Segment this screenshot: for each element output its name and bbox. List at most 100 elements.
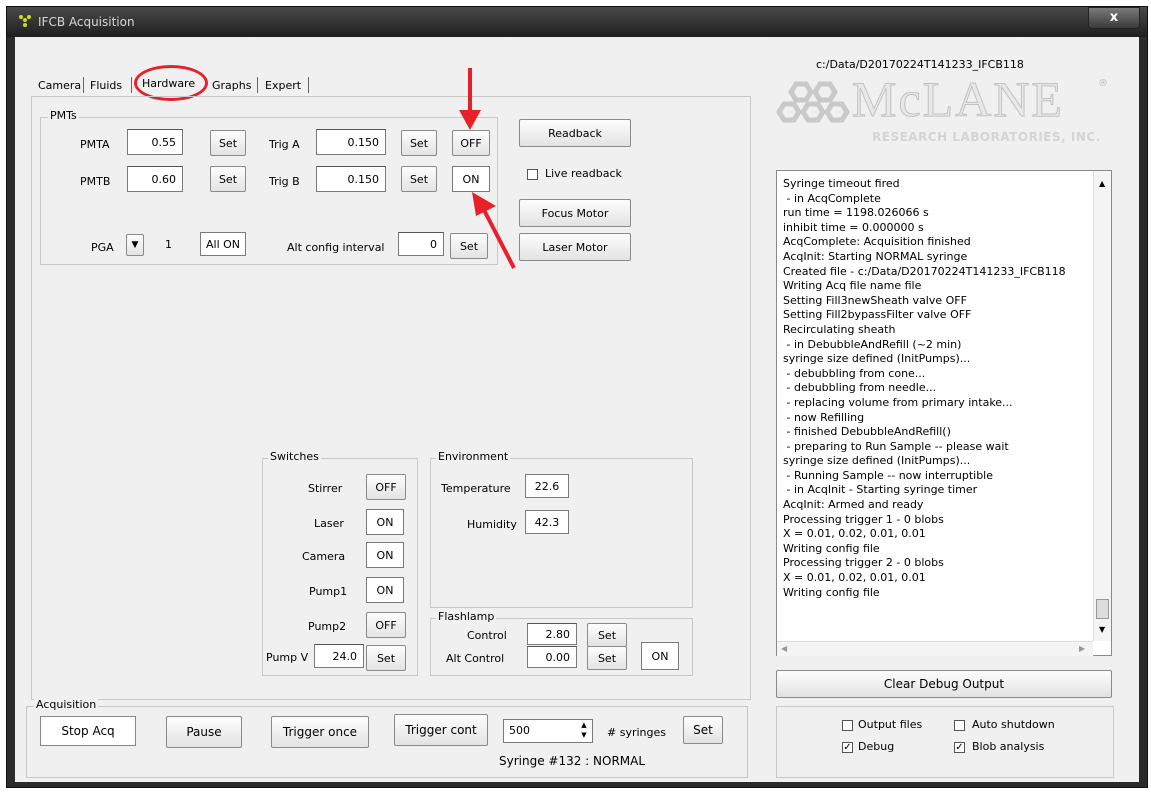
pump2-label: Pump2 — [308, 620, 347, 633]
pump2-toggle-button[interactable]: OFF — [366, 612, 406, 638]
options-group — [776, 706, 1114, 778]
ifcb-app-icon — [19, 15, 31, 27]
temperature-label: Temperature — [441, 482, 511, 495]
triga-input[interactable]: 0.150 — [316, 129, 386, 155]
syringes-value[interactable]: 500 — [509, 724, 530, 737]
debug-log-line: Processing trigger 2 - 0 blobs — [783, 556, 944, 570]
clear-debug-output-button[interactable]: Clear Debug Output — [776, 670, 1112, 698]
pump-v-input[interactable]: 24.0 — [314, 644, 364, 668]
alt-config-input[interactable]: 0 — [398, 232, 444, 256]
scroll-up-icon[interactable]: ▲ — [1099, 179, 1105, 188]
camera-state[interactable]: ON — [366, 542, 404, 568]
control-label: Control — [467, 629, 507, 642]
debug-log-line: Setting Fill2bypassFilter valve OFF — [783, 308, 972, 322]
debug-log-line: AcqInit: Armed and ready — [783, 498, 924, 512]
debug-log-line: - finished DebubbleAndRefill() — [783, 425, 951, 439]
scroll-left-icon[interactable]: ◀ — [781, 644, 787, 653]
tab-camera[interactable]: Camera — [38, 79, 81, 92]
pump-v-label: Pump V — [266, 651, 309, 664]
debug-label: Debug — [858, 740, 895, 753]
vertical-scrollbar[interactable]: ▲ ▼ — [1093, 171, 1111, 641]
tab-expert[interactable]: Expert — [265, 79, 301, 92]
pump-v-set-button[interactable]: Set — [366, 645, 406, 671]
debug-log-line: - in DebubbleAndRefill (~2 min) — [783, 337, 962, 351]
pmtb-set-button[interactable]: Set — [210, 166, 246, 192]
laser-label: Laser — [314, 517, 344, 530]
debug-log-line: - replacing volume from primary intake..… — [783, 395, 1013, 409]
pump1-label: Pump1 — [309, 585, 348, 598]
debug-log-line: syringe size defined (InitPumps)... — [783, 454, 971, 468]
live-readback-label: Live readback — [545, 167, 622, 180]
debug-checkbox[interactable]: ✓ — [842, 742, 853, 753]
alt-control-input[interactable]: 0.00 — [527, 646, 577, 668]
pmtb-input[interactable]: 0.60 — [127, 166, 183, 192]
switches-group-title: Switches — [268, 450, 321, 463]
pause-button[interactable]: Pause — [166, 716, 242, 748]
acquisition-group-title: Acquisition — [34, 698, 99, 711]
stop-acq-button[interactable]: Stop Acq — [40, 716, 136, 746]
scroll-right-icon[interactable]: ▶ — [1079, 644, 1085, 653]
spin-up-icon[interactable]: ▲ — [576, 721, 592, 731]
debug-log-line: - preparing to Run Sample -- please wait — [783, 439, 1009, 453]
mclane-logo: McLANE ® RESEARCH LABORATORIES, INC. — [776, 71, 1112, 152]
laser-state[interactable]: ON — [366, 509, 404, 535]
debug-log-line: - now Refilling — [783, 410, 865, 424]
debug-log-line: run time = 1198.026066 s — [783, 206, 929, 220]
tab-graphs[interactable]: Graphs — [212, 79, 251, 92]
spin-down-icon[interactable]: ▼ — [576, 731, 592, 741]
pga-value: 1 — [165, 238, 172, 251]
tab-fluids[interactable]: Fluids — [90, 79, 122, 92]
tab-separator — [83, 77, 84, 93]
debug-log-line: AcqInit: Starting NORMAL syringe — [783, 249, 968, 263]
debug-log-list: Syringe timeout fired - in AcqComplete ru… — [783, 177, 1088, 622]
pmtb-label: PMTB — [80, 175, 111, 188]
stirrer-toggle-button[interactable]: OFF — [366, 474, 406, 500]
tab-separator — [308, 77, 309, 93]
trigger-once-button[interactable]: Trigger once — [271, 716, 369, 748]
pump1-state[interactable]: ON — [366, 577, 404, 603]
output-files-checkbox[interactable] — [842, 720, 853, 731]
trigb-input[interactable]: 0.150 — [316, 166, 386, 192]
debug-log-line: Processing trigger 1 - 0 blobs — [783, 512, 944, 526]
debug-log-line: X = 0.01, 0.02, 0.01, 0.01 — [783, 571, 926, 585]
alt-control-state[interactable]: ON — [641, 642, 679, 670]
window-title: IFCB Acquisition — [38, 15, 135, 29]
logo-wordmark: McLANE — [852, 71, 1064, 128]
alt-config-label: Alt config interval — [287, 241, 385, 254]
debug-log-line: - debubbling from cone... — [783, 366, 926, 380]
debug-log-line: X = 0.01, 0.02, 0.01, 0.01 — [783, 527, 926, 541]
auto-shutdown-checkbox[interactable] — [954, 720, 965, 731]
pmta-set-button[interactable]: Set — [210, 130, 246, 156]
control-input[interactable]: 2.80 — [527, 623, 577, 645]
debug-log-line: - Running Sample -- now interruptible — [783, 468, 993, 482]
debug-log-line: Syringe timeout fired — [783, 177, 900, 190]
all-on-state[interactable]: All ON — [200, 232, 246, 256]
pga-dropdown-button[interactable]: ▼ — [126, 234, 144, 256]
trigb-set-button[interactable]: Set — [401, 166, 437, 192]
debug-log-line: syringe size defined (InitPumps)... — [783, 352, 971, 366]
debug-log-line: - in AcqComplete — [783, 191, 881, 205]
debug-log-line: Writing Acq file name file — [783, 279, 922, 293]
auto-shutdown-label: Auto shutdown — [972, 718, 1055, 731]
pmta-label: PMTA — [80, 138, 110, 151]
down-arrow-icon — [459, 110, 481, 130]
debug-log-line: - debubbling from needle... — [783, 381, 937, 395]
pmta-input[interactable]: 0.55 — [127, 129, 183, 155]
title-bar[interactable] — [7, 7, 1147, 37]
scrollbar-thumb[interactable] — [1096, 599, 1109, 619]
syringes-spinner[interactable]: 500 ▲ ▼ — [503, 719, 593, 743]
blob-analysis-checkbox[interactable]: ✓ — [954, 742, 965, 753]
debug-log-line: inhibit time = 0.000000 s — [783, 220, 924, 234]
triga-set-button[interactable]: Set — [401, 130, 437, 156]
scroll-down-icon[interactable]: ▼ — [1099, 625, 1105, 634]
close-button[interactable]: x — [1088, 7, 1140, 29]
control-set-button[interactable]: Set — [587, 623, 627, 647]
camera-label: Camera — [302, 550, 346, 563]
syringes-set-button[interactable]: Set — [683, 716, 723, 744]
debug-output-box[interactable]: Syringe timeout fired - in AcqComplete ru… — [776, 170, 1112, 656]
flashlamp-group-title: Flashlamp — [436, 610, 497, 623]
trigger-cont-button[interactable]: Trigger cont — [394, 714, 488, 746]
annotation-arrows — [459, 68, 516, 269]
alt-control-set-button[interactable]: Set — [587, 646, 627, 670]
horizontal-scrollbar[interactable]: ◀ ▶ — [777, 641, 1093, 656]
